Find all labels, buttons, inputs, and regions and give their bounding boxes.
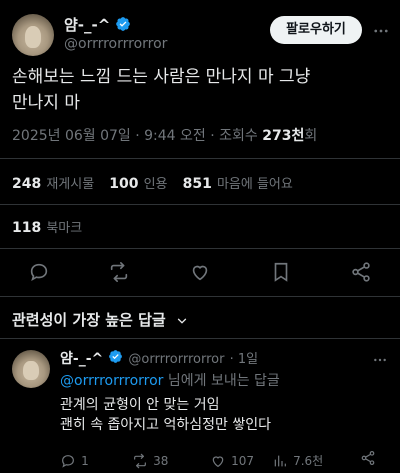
verified-badge-icon <box>108 349 123 368</box>
likes-label: 마음에 들어요 <box>216 177 293 192</box>
reply-views-count: 7.6천 <box>293 454 324 468</box>
divider <box>0 296 400 297</box>
reply-sort-label: 관련성이 가장 높은 답글 <box>12 311 166 329</box>
reply-icon[interactable] <box>28 261 50 283</box>
reposts-stat[interactable]: 248 재게시물 <box>12 173 99 192</box>
bookmarks-label: 북마크 <box>46 221 83 236</box>
share-icon[interactable] <box>350 261 372 283</box>
reply-icon <box>62 454 74 468</box>
bookmark-icon[interactable] <box>270 261 292 283</box>
bookmarks-stat[interactable]: 118 북마크 <box>12 217 82 236</box>
repost-icon <box>134 453 146 468</box>
reply-repost-count: 38 <box>153 454 169 468</box>
reply-action-bar: 1 38 107 7.6천 <box>60 448 390 470</box>
reply-text-line-2: 괜히 속 좁아지고 억하심정만 쌓인다 <box>60 417 271 433</box>
follow-button[interactable]: 팔로우하기 <box>270 16 362 44</box>
quotes-count: 100 <box>109 176 139 192</box>
share-icon <box>361 451 375 465</box>
quotes-label: 인용 <box>143 177 168 192</box>
divider <box>0 158 400 159</box>
view-count-suffix: 회 <box>304 128 318 144</box>
reply-text: 관계의 균형이 안 맞는 거임 괜히 속 좁아지고 억하심정만 쌓인다 <box>60 395 390 435</box>
divider <box>0 248 400 249</box>
reply-sort-dropdown[interactable]: 관련성이 가장 높은 답글 <box>12 309 189 330</box>
reply-age[interactable]: · 1일 <box>230 352 259 367</box>
timestamp-text: 2025년 06월 07일 · 9:44 오전 · 조회수 <box>12 128 263 144</box>
reposts-label: 재게시물 <box>46 177 95 192</box>
like-icon <box>212 455 224 467</box>
author-name-row[interactable]: 얌-_-^ <box>64 14 131 36</box>
verified-badge-icon <box>115 16 131 36</box>
divider <box>0 338 400 339</box>
reply-repost-action[interactable]: 38 <box>132 450 168 469</box>
replying-to-handle[interactable]: @orrrrorrrorror <box>60 373 163 389</box>
bookmarks-count: 118 <box>12 220 42 236</box>
reply-reply-action[interactable]: 1 <box>60 450 89 469</box>
author-handle[interactable]: @orrrrorrrorror <box>64 36 167 52</box>
reply-like-count: 107 <box>231 454 254 468</box>
likes-count: 851 <box>182 176 212 192</box>
reply-share-action[interactable] <box>360 450 376 470</box>
reply-more-icon[interactable] <box>372 352 388 372</box>
more-options-icon[interactable] <box>372 22 390 40</box>
chevron-down-icon <box>175 314 189 328</box>
views-icon <box>274 455 286 466</box>
reply-views-action[interactable]: 7.6천 <box>272 450 323 469</box>
tweet-text: 손해보는 느낌 드는 사람은 만나지 마 그냥 만나지 마 <box>12 64 392 116</box>
repost-icon[interactable] <box>108 261 130 283</box>
reply-like-action[interactable]: 107 <box>210 450 254 469</box>
replying-to-suffix: 님에게 보내는 답글 <box>163 373 280 389</box>
like-icon[interactable] <box>189 261 211 283</box>
tweet-text-line-2: 만나지 마 <box>12 93 80 113</box>
divider <box>0 204 400 205</box>
likes-stat[interactable]: 851 마음에 들어요 <box>183 173 293 192</box>
author-name[interactable]: 얌-_-^ <box>64 16 110 34</box>
reply-author-handle[interactable]: @orrrrorrrorror <box>128 352 224 367</box>
reply-header: 얌-_-^ @orrrrorrrorror · 1일 <box>60 348 258 368</box>
view-count: 273천 <box>262 128 305 144</box>
reply-author-name[interactable]: 얌-_-^ <box>60 351 103 367</box>
reposts-count: 248 <box>12 176 42 192</box>
tweet-text-line-1: 손해보는 느낌 드는 사람은 만나지 마 그냥 <box>12 67 311 87</box>
reply-avatar[interactable] <box>12 350 50 388</box>
replying-to: @orrrrorrrorror 님에게 보내는 답글 <box>60 370 280 390</box>
author-avatar[interactable] <box>12 14 54 56</box>
reply-text-line-1: 관계의 균형이 안 맞는 거임 <box>60 397 220 413</box>
quotes-stat[interactable]: 100 인용 <box>109 173 172 192</box>
engagement-stats: 248 재게시물 100 인용 851 마음에 들어요 <box>12 173 293 192</box>
reply-reply-count: 1 <box>81 454 89 468</box>
tweet-timestamp[interactable]: 2025년 06월 07일 · 9:44 오전 · 조회수 273천회 <box>12 125 317 145</box>
